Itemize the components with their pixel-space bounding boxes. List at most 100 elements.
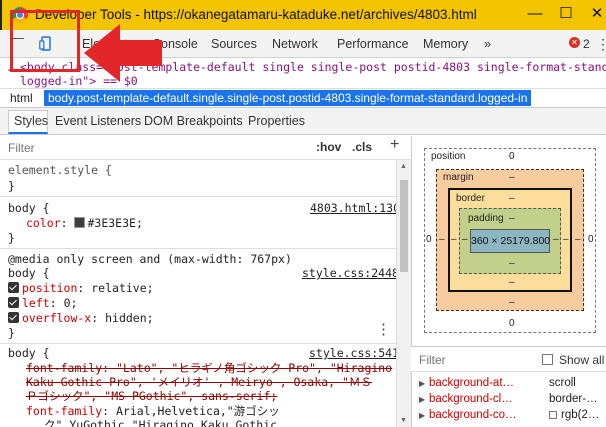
- close-button[interactable]: ✕: [586, 4, 606, 24]
- styles-filter-input[interactable]: [8, 141, 208, 155]
- add-rule-button[interactable]: +: [390, 136, 399, 154]
- rule-selector[interactable]: body {: [8, 346, 50, 360]
- expand-triangle-icon[interactable]: ▶: [419, 379, 425, 388]
- computed-property-row[interactable]: ▶ background-cl… border-…: [411, 392, 606, 408]
- tab-memory[interactable]: Memory: [423, 37, 468, 51]
- element-style-close: }: [8, 179, 15, 193]
- rule-source-link[interactable]: style.css:2448: [302, 266, 396, 280]
- property-value: #3E3E3E;: [87, 216, 143, 230]
- highlight-box: [10, 10, 80, 72]
- computed-property-row[interactable]: ▶ background-at… scroll: [411, 376, 606, 392]
- scroll-down-icon[interactable]: ▼: [400, 417, 407, 424]
- maximize-button[interactable]: ☐: [555, 4, 577, 24]
- computed-property-name: background-at…: [429, 377, 515, 389]
- border-right-value[interactable]: –: [563, 234, 569, 245]
- rule-source-link[interactable]: 4803.html:130: [310, 201, 396, 215]
- rule-property-line[interactable]: left: 0;: [8, 296, 77, 310]
- minimize-button[interactable]: —: [524, 4, 546, 24]
- expand-triangle-icon[interactable]: ▶: [419, 411, 425, 420]
- scroll-up-icon[interactable]: ▲: [400, 163, 407, 170]
- rule-close: }: [8, 231, 15, 245]
- rule-property-line[interactable]: overflow-x: hidden;: [8, 311, 154, 325]
- more-tabs-button[interactable]: »: [484, 37, 491, 51]
- property-value: 0;: [63, 296, 78, 310]
- property-checkbox[interactable]: [8, 282, 19, 293]
- computed-property-row[interactable]: ▶ background-co… rgb(2…: [411, 408, 606, 424]
- computed-property-value: scroll: [549, 377, 576, 389]
- styles-filter-bar: :hov .cls +: [0, 136, 410, 160]
- property-value: Kaku Gothic Pro", 'メイリオ' , Meiryo , Osak…: [26, 375, 372, 389]
- media-query: @media only screen and (max-width: 767px…: [8, 252, 292, 266]
- margin-label: margin: [443, 172, 474, 183]
- property-value: hidden;: [105, 311, 154, 325]
- position-bottom-value[interactable]: 0: [509, 318, 515, 329]
- breadcrumb-body[interactable]: body.post-template-default.single.single…: [44, 90, 532, 106]
- computed-property-name: background-cl…: [429, 393, 513, 405]
- rule-menu-icon[interactable]: ⋮: [376, 320, 391, 338]
- position-left-value[interactable]: 0: [426, 234, 432, 245]
- tab-dom-breakpoints[interactable]: DOM Breakpoints: [144, 114, 243, 128]
- styles-pane: element.style { } body { 4803.html:130 c…: [0, 160, 396, 427]
- computed-property-value: border-…: [549, 393, 598, 405]
- computed-property-value: rgb(2…: [561, 409, 600, 421]
- rule-property-line[interactable]: color: #3E3E3E;: [26, 216, 143, 230]
- color-swatch[interactable]: [74, 217, 86, 228]
- element-style-selector[interactable]: element.style {: [8, 163, 112, 177]
- tab-event-listeners[interactable]: Event Listeners: [55, 114, 141, 128]
- rule-property-line[interactable]: position: relative;: [8, 281, 154, 295]
- margin-top-value[interactable]: –: [509, 172, 515, 183]
- tab-properties[interactable]: Properties: [248, 114, 305, 128]
- margin-left-value[interactable]: –: [439, 234, 445, 245]
- show-all-checkbox[interactable]: [542, 354, 553, 365]
- error-count[interactable]: 2: [583, 37, 590, 51]
- hov-button[interactable]: :hov: [316, 140, 341, 154]
- rule-selector[interactable]: body {: [8, 201, 50, 215]
- padding-left-value[interactable]: –: [462, 234, 468, 245]
- tab-network[interactable]: Network: [272, 37, 318, 51]
- position-right-value[interactable]: 0: [588, 234, 594, 245]
- property-checkbox[interactable]: [8, 312, 19, 323]
- sidebar-tabs: Styles Event Listeners DOM Breakpoints P…: [0, 108, 606, 135]
- property-value: : Arial,Helvetica,"游ゴシッ: [102, 404, 280, 418]
- property-checkbox[interactable]: [8, 297, 19, 308]
- property-name: left: [22, 296, 50, 310]
- rule-source-link[interactable]: style.css:541: [309, 346, 396, 360]
- margin-bottom-value[interactable]: –: [509, 297, 515, 308]
- property-value: relative;: [91, 281, 154, 295]
- border-bottom-value[interactable]: –: [509, 277, 515, 288]
- color-swatch[interactable]: [549, 411, 557, 419]
- border-left-value[interactable]: –: [451, 234, 457, 245]
- scrollbar-thumb[interactable]: [400, 180, 408, 272]
- tab-performance[interactable]: Performance: [337, 37, 409, 51]
- margin-right-value[interactable]: –: [575, 234, 581, 245]
- rule-selector[interactable]: body {: [8, 266, 50, 280]
- computed-property-name: background-co…: [429, 409, 517, 421]
- red-arrow-icon: [84, 24, 162, 82]
- padding-label: padding: [468, 213, 504, 224]
- rule-close: }: [8, 326, 15, 340]
- padding-bottom-value[interactable]: –: [509, 258, 515, 269]
- property-value: : "Lato", "ヒラギノ角ゴシック Pro", "Hiragino: [102, 361, 393, 375]
- rule-property-line: ク",YuGothic,"Hiragino Kaku Gothic: [44, 417, 277, 427]
- box-model-content[interactable]: 360 × 25179.800: [470, 229, 550, 253]
- computed-filter-bar: Show all: [411, 346, 606, 372]
- tab-sources[interactable]: Sources: [211, 37, 257, 51]
- more-options-icon[interactable]: ⋮: [596, 36, 606, 53]
- cls-button[interactable]: .cls: [352, 140, 372, 154]
- position-label: position: [431, 151, 466, 162]
- show-all-label[interactable]: Show all: [559, 353, 604, 367]
- computed-filter-input[interactable]: [419, 353, 519, 367]
- divider: [0, 343, 396, 344]
- breadcrumb-html[interactable]: html: [6, 90, 37, 106]
- error-icon[interactable]: ✕: [569, 37, 580, 48]
- breadcrumb: html body.post-template-default.single.s…: [0, 88, 606, 108]
- window-title: Developer Tools - https://okanegatamaru-…: [35, 7, 477, 22]
- expand-triangle-icon[interactable]: ▶: [419, 395, 425, 404]
- padding-right-value[interactable]: –: [553, 234, 559, 245]
- border-top-value[interactable]: –: [509, 193, 515, 204]
- tab-styles[interactable]: Styles: [14, 114, 48, 128]
- divider: [0, 196, 396, 197]
- property-name: font-family: [26, 404, 103, 418]
- padding-top-value[interactable]: –: [509, 213, 515, 224]
- position-top-value[interactable]: 0: [509, 151, 515, 162]
